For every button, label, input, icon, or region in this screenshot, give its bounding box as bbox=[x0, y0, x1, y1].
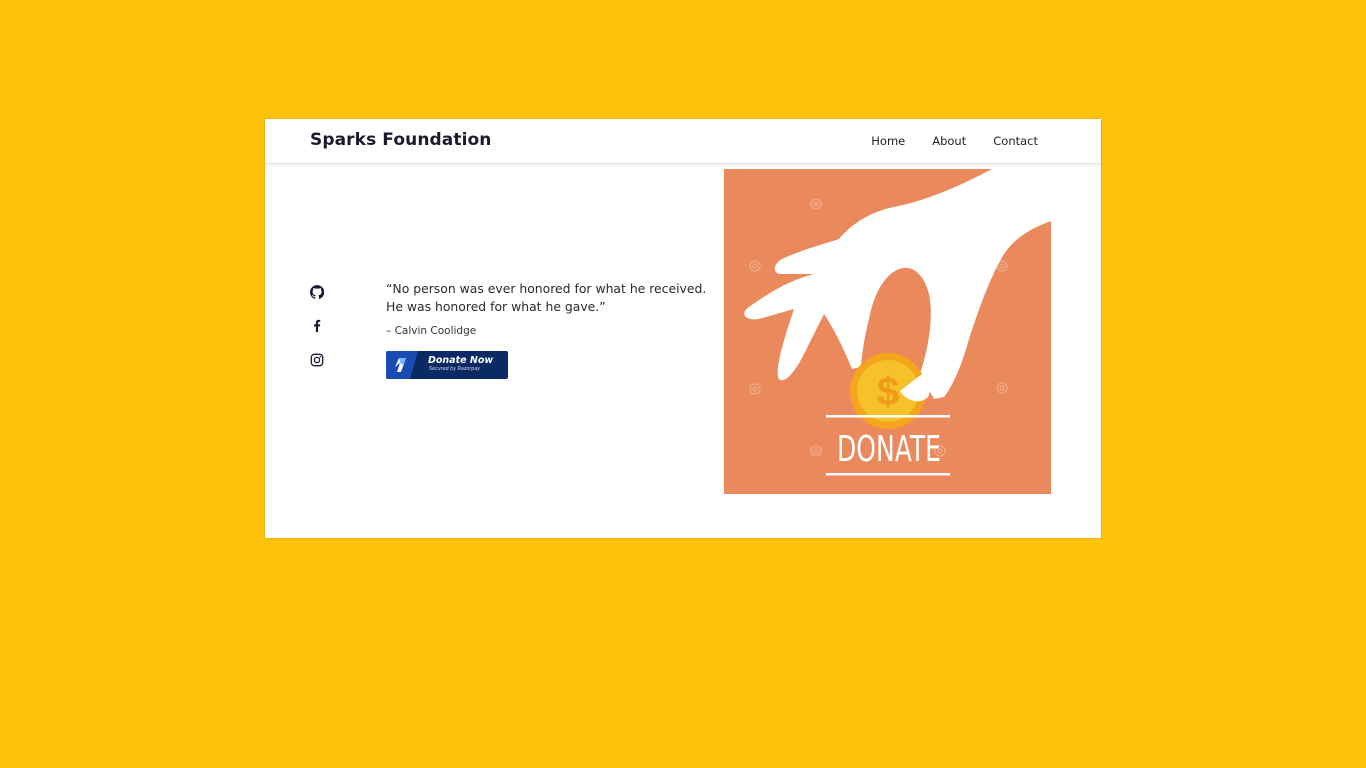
top-rule bbox=[826, 415, 950, 418]
nav-links: Home About Contact bbox=[871, 134, 1038, 148]
donate-illustration: $ DONATE bbox=[724, 169, 1051, 494]
razorpay-icon bbox=[395, 358, 406, 372]
nav-about[interactable]: About bbox=[932, 134, 966, 148]
navbar: Sparks Foundation Home About Contact bbox=[265, 119, 1101, 164]
quote-text: “No person was ever honored for what he … bbox=[386, 281, 707, 314]
coin-symbol: $ bbox=[877, 370, 899, 414]
brand-title[interactable]: Sparks Foundation bbox=[310, 130, 492, 150]
donate-caption: DONATE bbox=[837, 429, 941, 470]
donate-button-sublabel: Secured by Razorpay bbox=[429, 367, 481, 372]
bottom-rule bbox=[826, 473, 950, 476]
nav-home[interactable]: Home bbox=[871, 134, 905, 148]
social-links bbox=[310, 285, 326, 387]
donate-button-label: Donate Now bbox=[428, 355, 494, 366]
github-icon[interactable] bbox=[310, 285, 324, 299]
instagram-icon[interactable] bbox=[310, 353, 324, 367]
facebook-icon[interactable] bbox=[310, 319, 324, 333]
quote-author: – Calvin Coolidge bbox=[386, 325, 477, 337]
hand-coin-illustration: $ DONATE bbox=[744, 169, 1051, 476]
donate-now-button[interactable]: Donate Now Secured by Razorpay bbox=[386, 351, 508, 379]
nav-contact[interactable]: Contact bbox=[993, 134, 1038, 148]
main-card: Sparks Foundation Home About Contact “No… bbox=[265, 119, 1101, 538]
